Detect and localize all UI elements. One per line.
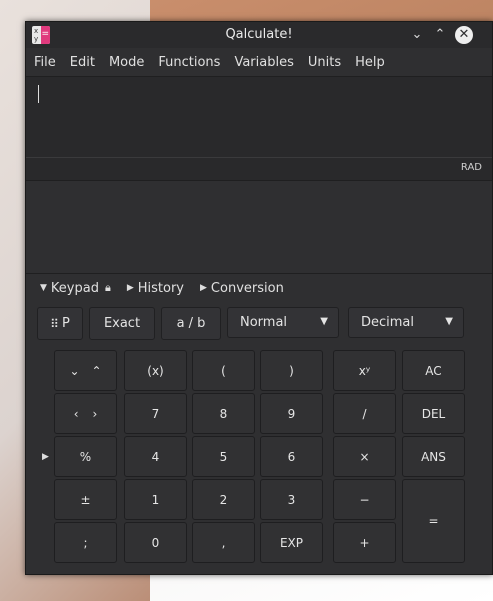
chevron-up-icon: ⌃ bbox=[91, 363, 102, 378]
key-power[interactable]: xʸ bbox=[333, 350, 396, 391]
key-4[interactable]: 4 bbox=[124, 436, 187, 477]
angle-mode-indicator[interactable]: RAD bbox=[461, 162, 482, 173]
fraction-button[interactable]: a / b bbox=[161, 307, 221, 340]
keypad-toolbar: ⠿ P Exact a / b Normal ▼ Decimal ▼ bbox=[37, 307, 487, 340]
qalculate-window: xy = Qalculate! ⌄ ⌃ ✕ File Edit Mode Fun… bbox=[25, 21, 493, 575]
titlebar: xy = Qalculate! ⌄ ⌃ ✕ bbox=[26, 22, 492, 48]
cursor-updown-button[interactable]: ⌄ ⌃ bbox=[54, 350, 117, 391]
base-select[interactable]: Decimal ▼ bbox=[348, 307, 464, 338]
key-minus[interactable]: − bbox=[333, 479, 396, 520]
key-delete[interactable]: DEL bbox=[402, 393, 465, 434]
key-comma[interactable]: , bbox=[192, 522, 255, 563]
key-5[interactable]: 5 bbox=[192, 436, 255, 477]
key-3[interactable]: 3 bbox=[260, 479, 323, 520]
key-2[interactable]: 2 bbox=[192, 479, 255, 520]
key-equals[interactable]: = bbox=[402, 479, 465, 563]
key-6[interactable]: 6 bbox=[260, 436, 323, 477]
programming-label: P bbox=[61, 316, 70, 331]
chevron-up-icon[interactable]: ⌃ bbox=[431, 26, 449, 44]
expression-input[interactable] bbox=[26, 76, 492, 157]
base-value: Decimal bbox=[361, 315, 415, 330]
key-9[interactable]: 9 bbox=[260, 393, 323, 434]
triangle-right-icon: ▶ bbox=[200, 283, 207, 293]
key-exp[interactable]: EXP bbox=[260, 522, 323, 563]
keypad-grid-icon: ⠿ bbox=[50, 316, 59, 331]
tab-history[interactable]: ▶ History bbox=[127, 281, 184, 296]
key-plus-minus[interactable]: ± bbox=[54, 479, 117, 520]
menu-file[interactable]: File bbox=[34, 55, 56, 70]
key-multiply[interactable]: × bbox=[333, 436, 396, 477]
menu-edit[interactable]: Edit bbox=[70, 55, 95, 70]
result-display bbox=[26, 181, 492, 274]
triangle-right-icon: ▶ bbox=[126, 283, 134, 293]
cursor-leftright-button[interactable]: ‹ › bbox=[54, 393, 117, 434]
menu-units[interactable]: Units bbox=[308, 55, 341, 70]
key-all-clear[interactable]: AC bbox=[402, 350, 465, 391]
triangle-right-icon[interactable]: ▶ bbox=[42, 452, 49, 462]
tab-keypad[interactable]: ▼ Keypad 🔒︎ bbox=[40, 281, 111, 296]
key-0[interactable]: 0 bbox=[124, 522, 187, 563]
close-icon[interactable]: ✕ bbox=[455, 26, 473, 44]
chevron-down-icon: ⌄ bbox=[69, 363, 80, 378]
tab-keypad-label: Keypad bbox=[50, 280, 99, 296]
menu-mode[interactable]: Mode bbox=[109, 55, 144, 70]
key-divide[interactable]: / bbox=[333, 393, 396, 434]
exact-button[interactable]: Exact bbox=[89, 307, 155, 340]
dropdown-arrow-icon: ▼ bbox=[445, 316, 453, 327]
tab-conversion-label: Conversion bbox=[210, 280, 284, 296]
key-8[interactable]: 8 bbox=[192, 393, 255, 434]
text-caret bbox=[38, 85, 39, 103]
key-percent[interactable]: % bbox=[54, 436, 117, 477]
tab-history-label: History bbox=[137, 280, 184, 296]
menubar: File Edit Mode Functions Variables Units… bbox=[26, 48, 492, 76]
programming-keypad-button[interactable]: ⠿ P bbox=[37, 307, 83, 340]
triangle-down-icon: ▼ bbox=[40, 283, 47, 293]
number-format-value: Normal bbox=[240, 315, 288, 330]
chevron-right-icon: › bbox=[92, 406, 98, 421]
menu-functions[interactable]: Functions bbox=[158, 55, 220, 70]
lock-icon[interactable]: 🔒︎ bbox=[105, 281, 111, 295]
key-7[interactable]: 7 bbox=[124, 393, 187, 434]
menu-variables[interactable]: Variables bbox=[234, 55, 293, 70]
key-1[interactable]: 1 bbox=[124, 479, 187, 520]
number-format-select[interactable]: Normal ▼ bbox=[227, 307, 339, 338]
key-close-paren[interactable]: ) bbox=[260, 350, 323, 391]
key-plus[interactable]: + bbox=[333, 522, 396, 563]
expander-tabs: ▼ Keypad 🔒︎ ▶ History ▶ Conversion bbox=[26, 274, 492, 302]
key-answer[interactable]: ANS bbox=[402, 436, 465, 477]
menu-help[interactable]: Help bbox=[355, 55, 385, 70]
status-row: RAD bbox=[26, 157, 492, 181]
key-semicolon[interactable]: ; bbox=[54, 522, 117, 563]
key-open-paren[interactable]: ( bbox=[192, 350, 255, 391]
tab-conversion[interactable]: ▶ Conversion bbox=[200, 281, 284, 296]
chevron-left-icon: ‹ bbox=[73, 406, 79, 421]
chevron-down-icon[interactable]: ⌄ bbox=[408, 26, 426, 44]
dropdown-arrow-icon: ▼ bbox=[320, 316, 328, 327]
key-paren-x[interactable]: (x) bbox=[124, 350, 187, 391]
